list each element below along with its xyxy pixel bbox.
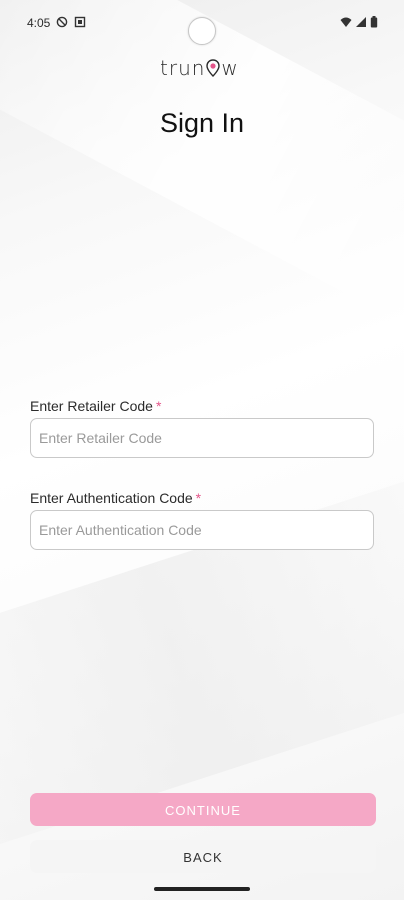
page-title: Sign In: [159, 108, 245, 138]
required-mark: *: [195, 490, 202, 506]
authentication-code-label: Enter Authentication Code *: [30, 490, 201, 506]
authentication-code-input[interactable]: [30, 510, 374, 550]
location-pin-icon: [206, 59, 221, 77]
notification-icon: [74, 16, 86, 28]
do-not-disturb-icon: [56, 16, 68, 28]
brand-logo: trun w: [160, 56, 246, 80]
retailer-code-input[interactable]: [30, 418, 374, 458]
battery-icon: [370, 16, 378, 28]
home-gesture-bar[interactable]: [154, 887, 250, 891]
required-mark: *: [155, 398, 162, 414]
retailer-code-label-text: Enter Retailer Code: [30, 398, 153, 414]
authentication-code-label-text: Enter Authentication Code: [30, 490, 193, 506]
signal-icon: [356, 17, 366, 27]
logo-text-end: w: [221, 56, 239, 80]
camera-cutout: [188, 17, 216, 45]
status-time: 4:05: [27, 16, 51, 30]
back-button[interactable]: BACK: [30, 840, 376, 873]
wifi-icon: [340, 17, 352, 27]
continue-button[interactable]: CONTINUE: [30, 793, 376, 826]
logo-text-start: trun: [160, 56, 206, 80]
retailer-code-label: Enter Retailer Code *: [30, 398, 161, 414]
